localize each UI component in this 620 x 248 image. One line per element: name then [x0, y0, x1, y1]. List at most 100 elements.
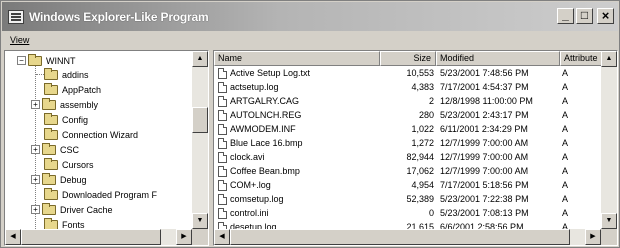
file-attribute: A — [562, 222, 569, 229]
file-size: 4,383 — [411, 82, 434, 92]
expand-icon[interactable]: + — [31, 100, 40, 109]
column-header-name[interactable]: Name — [214, 51, 380, 66]
folder-tree[interactable]: − WINNT addins AppPatch + assembly Confi… — [4, 50, 209, 246]
file-attribute: A — [562, 82, 569, 92]
title-bar[interactable]: Windows Explorer-Like Program _ □ × — [2, 2, 618, 31]
tree-item-label: Fonts — [62, 219, 85, 230]
file-name: desetup.log — [230, 222, 277, 229]
tree-item[interactable]: Cursors — [31, 157, 94, 171]
column-header-modified[interactable]: Modified — [436, 51, 560, 66]
file-icon — [218, 68, 227, 79]
file-row[interactable]: clock.avi 82,944 12/7/1999 7:00:00 AM A — [214, 151, 602, 164]
collapse-icon[interactable]: − — [17, 56, 26, 65]
expand-icon[interactable]: + — [31, 175, 40, 184]
column-header-size[interactable]: Size — [380, 51, 436, 66]
list-vertical-scrollbar[interactable]: ▲ ▼ — [601, 51, 617, 229]
tree-item[interactable]: + CSC — [31, 142, 80, 156]
file-size: 1,272 — [411, 138, 434, 148]
minimize-button[interactable]: _ — [557, 8, 574, 24]
tree-item-label: Cursors — [62, 159, 94, 170]
tree-item[interactable]: + Driver Cache — [31, 202, 113, 216]
file-attribute: A — [562, 110, 569, 120]
file-size: 2 — [428, 96, 434, 106]
file-modified: 12/7/1999 7:00:00 AM — [440, 166, 529, 176]
tree-item[interactable]: addins — [31, 67, 89, 81]
file-row[interactable]: actsetup.log 4,383 7/17/2001 4:54:37 PM … — [214, 81, 602, 94]
tree-item[interactable]: AppPatch — [31, 82, 102, 96]
file-icon — [218, 82, 227, 93]
file-row[interactable]: Coffee Bean.bmp 17,062 12/7/1999 7:00:00… — [214, 165, 602, 178]
file-row[interactable]: control.ini 0 5/23/2001 7:08:13 PM A — [214, 207, 602, 220]
tree-item-label: Downloaded Program F — [62, 189, 158, 200]
tree-horizontal-scrollbar[interactable]: ◀ ▶ — [5, 229, 192, 245]
file-name: control.ini — [230, 208, 269, 218]
file-size: 10,553 — [406, 68, 434, 78]
file-name: Blue Lace 16.bmp — [230, 138, 303, 148]
file-row[interactable]: ARTGALRY.CAG 2 12/8/1998 11:00:00 PM A — [214, 95, 602, 108]
file-list[interactable]: Name Size Modified Attribute Active Setu… — [213, 50, 618, 246]
expand-icon[interactable]: + — [31, 205, 40, 214]
file-size: 52,389 — [406, 194, 434, 204]
file-modified: 5/23/2001 2:43:17 PM — [440, 110, 529, 120]
file-icon — [218, 152, 227, 163]
file-row[interactable]: COM+.log 4,954 7/17/2001 5:18:56 PM A — [214, 179, 602, 192]
scroll-right-icon[interactable]: ▶ — [176, 229, 192, 245]
tree-item[interactable]: Downloaded Program F — [31, 187, 158, 201]
tree-item-label: addins — [62, 69, 89, 80]
expand-icon[interactable]: + — [31, 145, 40, 154]
file-row[interactable]: AWMODEM.INF 1,022 6/11/2001 2:34:29 PM A — [214, 123, 602, 136]
tree-item[interactable]: + assembly — [31, 97, 98, 111]
file-name: ARTGALRY.CAG — [230, 96, 300, 106]
file-name: Active Setup Log.txt — [230, 68, 311, 78]
file-size: 17,062 — [406, 166, 434, 176]
scroll-up-icon[interactable]: ▲ — [192, 51, 208, 67]
file-modified: 7/17/2001 4:54:37 PM — [440, 82, 529, 92]
scroll-thumb[interactable] — [192, 107, 208, 133]
tree-item[interactable]: + Debug — [31, 172, 87, 186]
scroll-right-icon[interactable]: ▶ — [585, 229, 601, 245]
file-icon — [218, 110, 227, 121]
scroll-down-icon[interactable]: ▼ — [192, 213, 208, 229]
tree-item-label: Debug — [60, 174, 87, 185]
file-icon — [218, 96, 227, 107]
tree-item[interactable]: Config — [31, 112, 88, 126]
file-modified: 12/8/1998 11:00:00 PM — [440, 96, 533, 106]
list-horizontal-scrollbar[interactable]: ◀ ▶ — [214, 229, 601, 245]
scroll-left-icon[interactable]: ◀ — [214, 229, 230, 245]
folder-icon — [42, 142, 56, 155]
file-attribute: A — [562, 138, 569, 148]
file-modified: 12/7/1999 7:00:00 AM — [440, 152, 529, 162]
tree-item-label: AppPatch — [62, 84, 102, 95]
scroll-down-icon[interactable]: ▼ — [601, 213, 617, 229]
file-size: 1,022 — [411, 124, 434, 134]
scroll-left-icon[interactable]: ◀ — [5, 229, 21, 245]
file-row[interactable]: Blue Lace 16.bmp 1,272 12/7/1999 7:00:00… — [214, 137, 602, 150]
file-row[interactable]: desetup.log 21,615 6/6/2001 2:58:56 PM A — [214, 221, 602, 229]
file-icon — [218, 138, 227, 149]
scroll-thumb[interactable] — [21, 229, 161, 245]
file-size: 82,944 — [406, 152, 434, 162]
file-row[interactable]: Active Setup Log.txt 10,553 5/23/2001 7:… — [214, 67, 602, 80]
tree-vertical-scrollbar[interactable]: ▲ ▼ — [192, 51, 208, 229]
folder-icon — [44, 67, 58, 80]
scroll-up-icon[interactable]: ▲ — [601, 51, 617, 67]
scroll-corner — [192, 229, 208, 245]
tree-item-label: CSC — [60, 144, 80, 155]
menu-view[interactable]: View — [10, 35, 29, 45]
file-icon — [218, 208, 227, 219]
file-row[interactable]: comsetup.log 52,389 5/23/2001 7:22:38 PM… — [214, 193, 602, 206]
close-button[interactable]: × — [597, 8, 614, 24]
maximize-button[interactable]: □ — [576, 8, 593, 24]
folder-icon — [44, 112, 58, 125]
file-size: 0 — [428, 208, 434, 218]
folder-icon — [44, 187, 58, 200]
file-attribute: A — [562, 152, 569, 162]
tree-item[interactable]: Connection Wizard — [31, 127, 138, 141]
file-modified: 6/6/2001 2:58:56 PM — [440, 222, 524, 229]
title-buttons: _ □ × — [557, 8, 614, 24]
scroll-thumb[interactable] — [230, 229, 570, 245]
menu-bar: View — [2, 32, 618, 48]
tree-root[interactable]: − WINNT — [17, 53, 76, 67]
file-row[interactable]: AUTOLNCH.REG 280 5/23/2001 2:43:17 PM A — [214, 109, 602, 122]
file-attribute: A — [562, 180, 569, 190]
